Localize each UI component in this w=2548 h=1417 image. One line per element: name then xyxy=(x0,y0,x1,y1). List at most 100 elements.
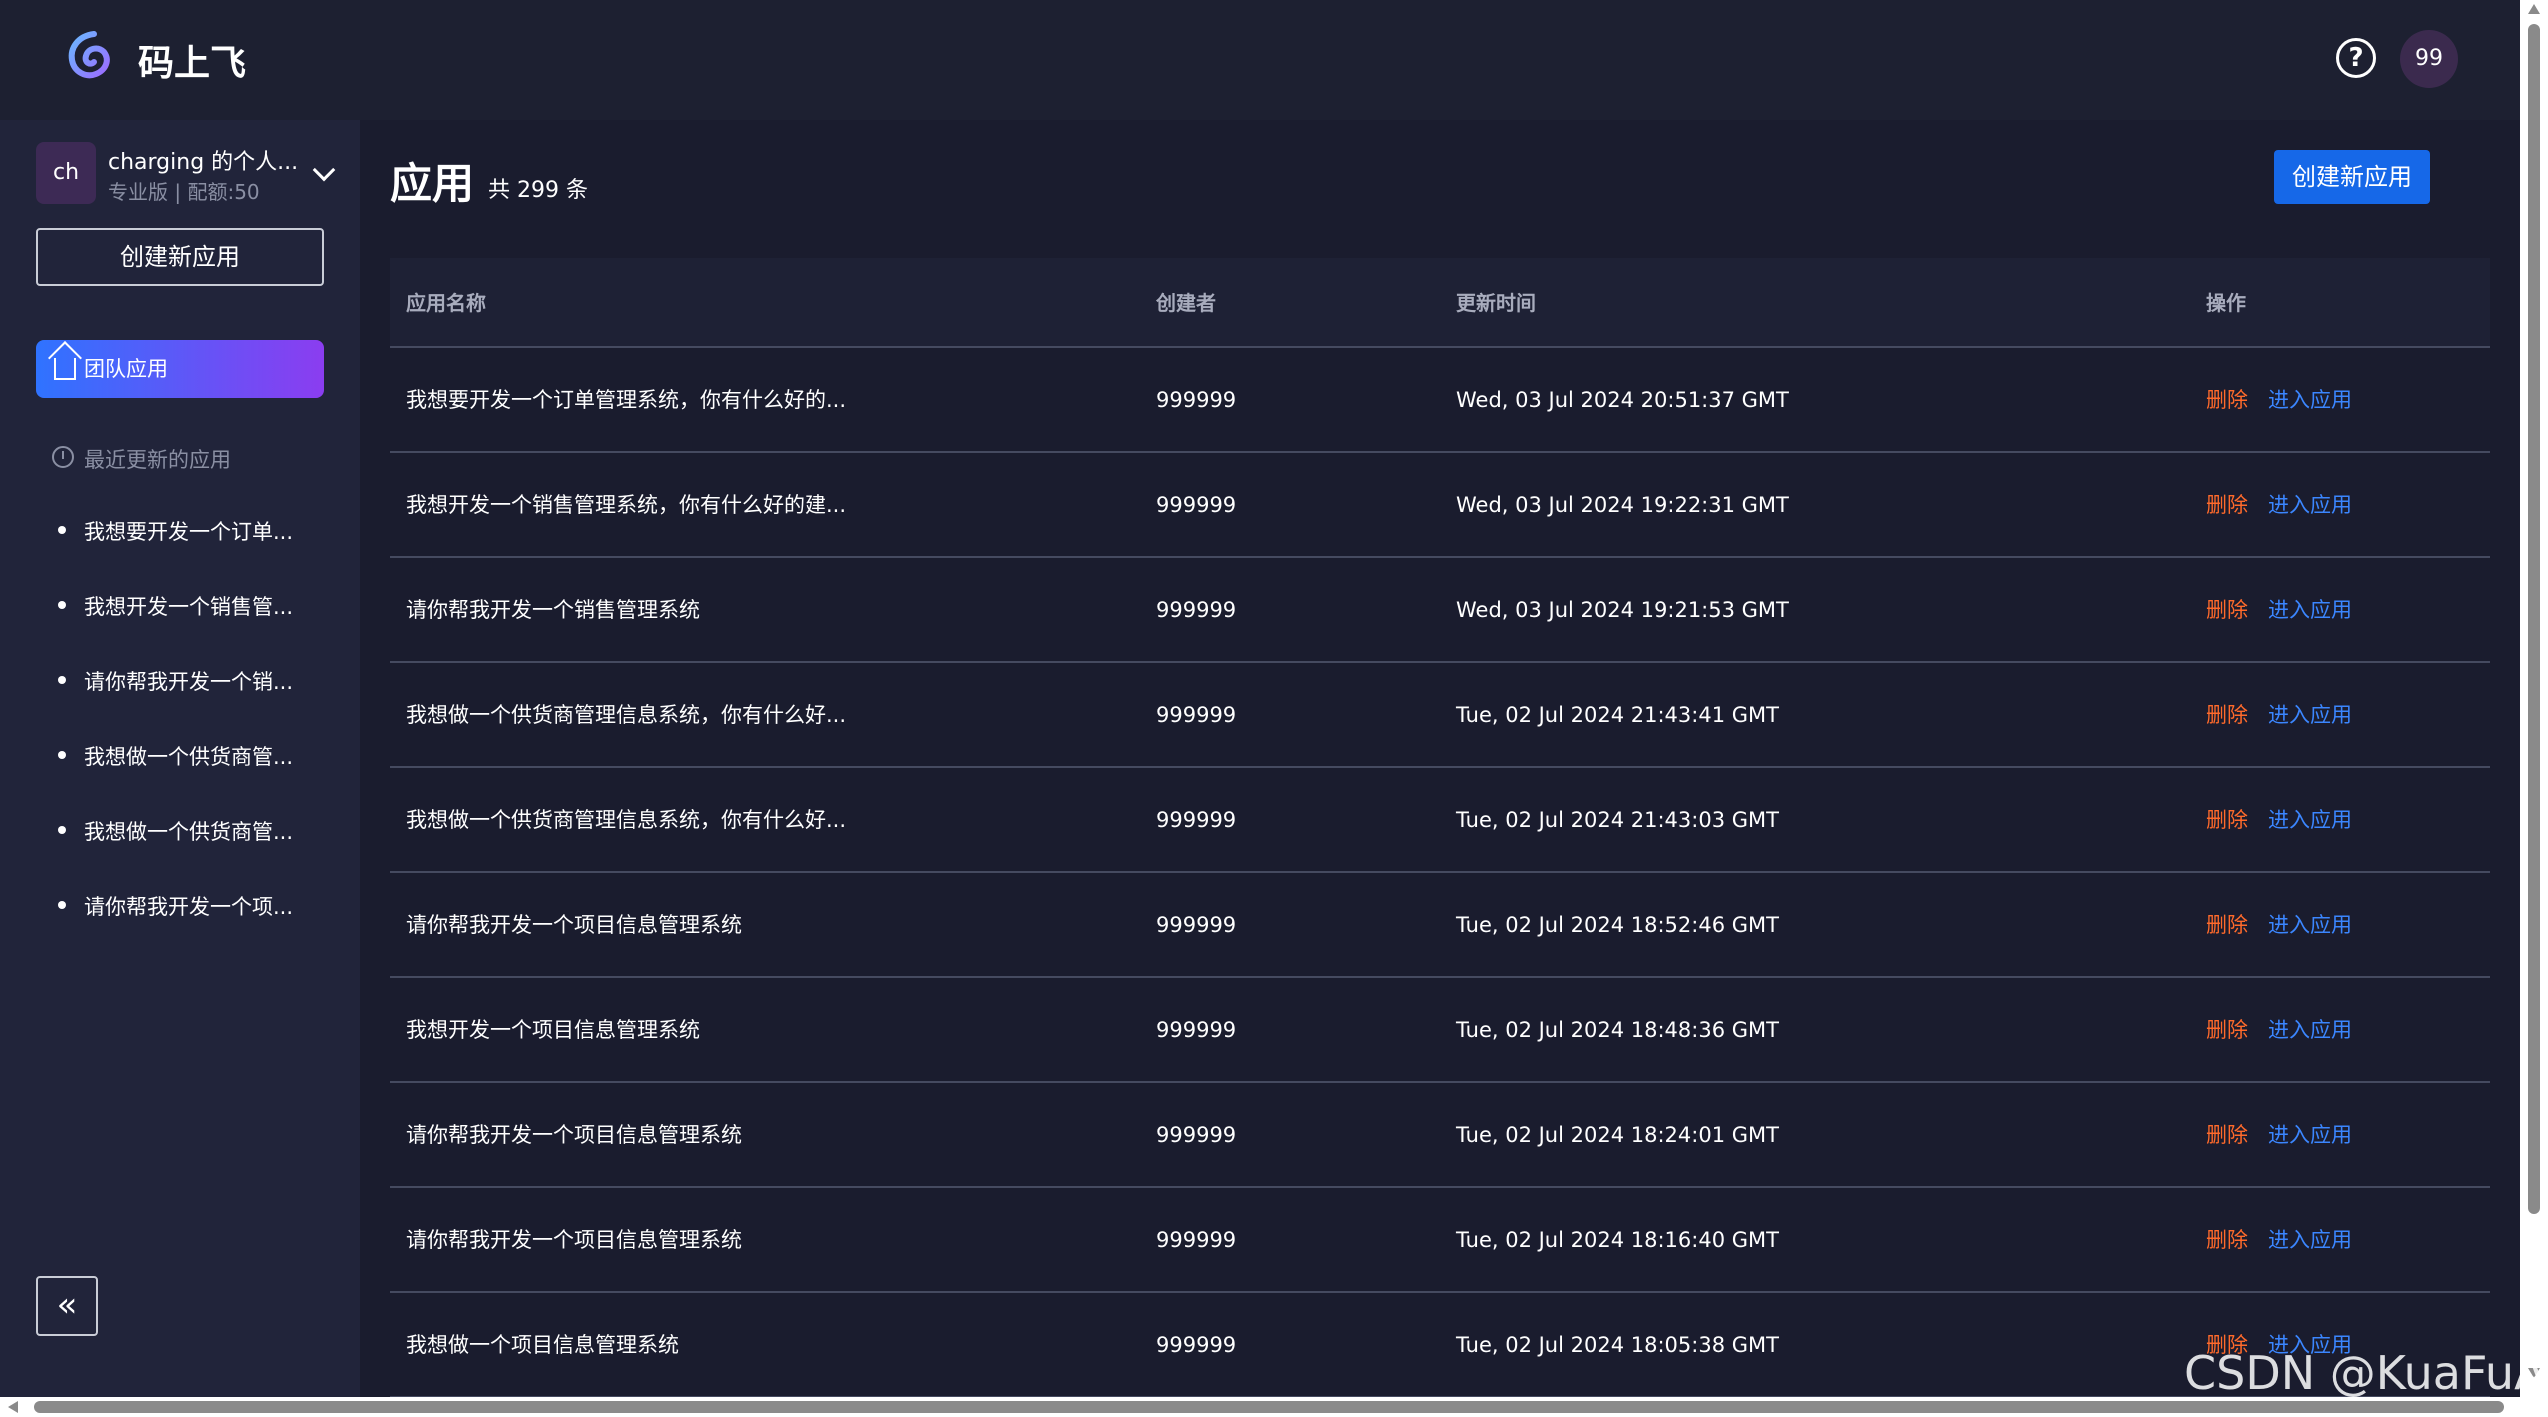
creator-cell: 999999 xyxy=(1156,808,1237,832)
bullet-icon xyxy=(58,901,66,909)
updated-time-cell: Tue, 02 Jul 2024 21:43:41 GMT xyxy=(1456,703,1779,727)
enter-app-link[interactable]: 进入应用 xyxy=(2268,388,2352,412)
workspace-switcher[interactable]: ch charging 的个人... 专业版 | 配额:50 xyxy=(36,142,336,206)
delete-link[interactable]: 删除 xyxy=(2206,1123,2248,1147)
updated-time-cell: Tue, 02 Jul 2024 21:43:03 GMT xyxy=(1456,808,1779,832)
creator-cell: 999999 xyxy=(1156,493,1237,517)
creator-cell: 999999 xyxy=(1156,703,1237,727)
recent-app-item[interactable]: 我想做一个供货商管... xyxy=(58,741,338,816)
app-title: 码上飞 xyxy=(138,43,247,84)
table-row: 请你帮我开发一个项目信息管理系统 999999 Tue, 02 Jul 2024 1… xyxy=(390,873,2490,978)
app-name-cell: 请你帮我开发一个项目信息管理系统 xyxy=(406,913,742,937)
updated-time-cell: Wed, 03 Jul 2024 19:22:31 GMT xyxy=(1456,493,1789,517)
horizontal-scrollbar[interactable] xyxy=(0,1397,2548,1417)
enter-app-link[interactable]: 进入应用 xyxy=(2268,913,2352,937)
recent-app-label: 我想开发一个销售管... xyxy=(84,595,294,619)
creator-cell: 999999 xyxy=(1156,913,1237,937)
recent-app-item[interactable]: 我想开发一个销售管... xyxy=(58,591,338,666)
table-row: 我想做一个供货商管理信息系统，你有什么好... 999999 Tue, 02 Jul… xyxy=(390,768,2490,873)
recent-app-item[interactable]: 请你帮我开发一个销... xyxy=(58,666,338,741)
vertical-scrollbar[interactable] xyxy=(2520,0,2548,1397)
scrollbar-thumb[interactable] xyxy=(2528,24,2540,1214)
sidebar-item-label: 团队应用 xyxy=(84,357,168,381)
recent-app-label: 请你帮我开发一个销... xyxy=(84,670,294,694)
workspace-plan: 专业版 | 配额:50 xyxy=(108,180,260,204)
enter-app-link[interactable]: 进入应用 xyxy=(2268,1123,2352,1147)
table-row: 请你帮我开发一个项目信息管理系统 999999 Tue, 02 Jul 2024 1… xyxy=(390,1188,2490,1293)
app-name-cell: 我想做一个供货商管理信息系统，你有什么好... xyxy=(406,703,847,727)
bullet-icon xyxy=(58,601,66,609)
app-name-cell: 我想要开发一个订单管理系统，你有什么好的... xyxy=(406,388,847,412)
clock-icon xyxy=(52,446,74,468)
actions-cell: 删除 进入应用 xyxy=(2206,558,2352,662)
table-row: 我想做一个供货商管理信息系统，你有什么好... 999999 Tue, 02 Jul… xyxy=(390,663,2490,768)
column-header-updated: 更新时间 xyxy=(1456,291,1536,315)
actions-cell: 删除 进入应用 xyxy=(2206,1188,2352,1292)
enter-app-link[interactable]: 进入应用 xyxy=(2268,808,2352,832)
bullet-icon xyxy=(58,751,66,759)
enter-app-link[interactable]: 进入应用 xyxy=(2268,703,2352,727)
table-row: 请你帮我开发一个销售管理系统 999999 Wed, 03 Jul 2024 19:… xyxy=(390,558,2490,663)
top-bar: 码上飞 ? 99 xyxy=(0,0,2520,120)
delete-link[interactable]: 删除 xyxy=(2206,808,2248,832)
app-name-cell: 我想做一个项目信息管理系统 xyxy=(406,1333,679,1357)
column-header-actions: 操作 xyxy=(2206,291,2246,315)
sidebar-create-app-button[interactable]: 创建新应用 xyxy=(36,228,324,286)
actions-cell: 删除 进入应用 xyxy=(2206,1083,2352,1187)
delete-link[interactable]: 删除 xyxy=(2206,1228,2248,1252)
recent-app-label: 我想做一个供货商管... xyxy=(84,745,294,769)
updated-time-cell: Wed, 03 Jul 2024 19:21:53 GMT xyxy=(1456,598,1789,622)
creator-cell: 999999 xyxy=(1156,1228,1237,1252)
create-app-button[interactable]: 创建新应用 xyxy=(2274,150,2430,204)
recent-apps-heading: 最近更新的应用 xyxy=(52,444,231,474)
bullet-icon xyxy=(58,826,66,834)
updated-time-cell: Tue, 02 Jul 2024 18:05:38 GMT xyxy=(1456,1333,1779,1357)
table-row: 我想要开发一个订单管理系统，你有什么好的... 999999 Wed, 03 Jul… xyxy=(390,348,2490,453)
table-row: 请你帮我开发一个项目信息管理系统 999999 Tue, 02 Jul 2024 1… xyxy=(390,1083,2490,1188)
bullet-icon xyxy=(58,676,66,684)
chevron-down-icon[interactable] xyxy=(312,158,336,182)
app-name-cell: 我想开发一个销售管理系统，你有什么好的建... xyxy=(406,493,847,517)
table-body: 我想要开发一个订单管理系统，你有什么好的... 999999 Wed, 03 Jul… xyxy=(390,348,2490,1398)
scroll-left-icon[interactable] xyxy=(8,1401,18,1413)
bullet-icon xyxy=(58,526,66,534)
watermark: CSDN @KuaFuAI xyxy=(2184,1346,2548,1400)
creator-cell: 999999 xyxy=(1156,388,1237,412)
recent-app-label: 我想要开发一个订单... xyxy=(84,520,294,544)
delete-link[interactable]: 删除 xyxy=(2206,913,2248,937)
updated-time-cell: Tue, 02 Jul 2024 18:24:01 GMT xyxy=(1456,1123,1779,1147)
enter-app-link[interactable]: 进入应用 xyxy=(2268,1228,2352,1252)
actions-cell: 删除 进入应用 xyxy=(2206,348,2352,452)
actions-cell: 删除 进入应用 xyxy=(2206,663,2352,767)
delete-link[interactable]: 删除 xyxy=(2206,493,2248,517)
delete-link[interactable]: 删除 xyxy=(2206,388,2248,412)
updated-time-cell: Tue, 02 Jul 2024 18:48:36 GMT xyxy=(1456,1018,1779,1042)
recent-app-item[interactable]: 我想要开发一个订单... xyxy=(58,516,338,591)
app-name-cell: 请你帮我开发一个项目信息管理系统 xyxy=(406,1228,742,1252)
creator-cell: 999999 xyxy=(1156,1018,1237,1042)
scrollbar-thumb[interactable] xyxy=(34,1401,2504,1413)
help-icon[interactable]: ? xyxy=(2336,38,2376,78)
creator-cell: 999999 xyxy=(1156,598,1237,622)
user-avatar[interactable]: 99 xyxy=(2400,30,2458,88)
sidebar-item-team-apps[interactable]: 团队应用 xyxy=(36,340,324,398)
enter-app-link[interactable]: 进入应用 xyxy=(2268,1018,2352,1042)
actions-cell: 删除 进入应用 xyxy=(2206,768,2352,872)
delete-link[interactable]: 删除 xyxy=(2206,598,2248,622)
app-name-cell: 请你帮我开发一个项目信息管理系统 xyxy=(406,1123,742,1147)
recent-app-item[interactable]: 我想做一个供货商管... xyxy=(58,816,338,891)
column-header-name: 应用名称 xyxy=(406,291,486,315)
updated-time-cell: Wed, 03 Jul 2024 20:51:37 GMT xyxy=(1456,388,1789,412)
app-name-cell: 请你帮我开发一个销售管理系统 xyxy=(406,598,700,622)
recent-apps-label: 最近更新的应用 xyxy=(84,448,231,472)
collapse-sidebar-button[interactable]: « xyxy=(36,1276,98,1336)
delete-link[interactable]: 删除 xyxy=(2206,703,2248,727)
enter-app-link[interactable]: 进入应用 xyxy=(2268,598,2352,622)
enter-app-link[interactable]: 进入应用 xyxy=(2268,493,2352,517)
scroll-up-icon[interactable] xyxy=(2528,4,2540,14)
page-title: 应用 xyxy=(390,159,475,208)
recent-app-item[interactable]: 请你帮我开发一个项... xyxy=(58,891,338,966)
recent-app-label: 请你帮我开发一个项... xyxy=(84,895,294,919)
column-header-creator: 创建者 xyxy=(1156,291,1216,315)
delete-link[interactable]: 删除 xyxy=(2206,1018,2248,1042)
